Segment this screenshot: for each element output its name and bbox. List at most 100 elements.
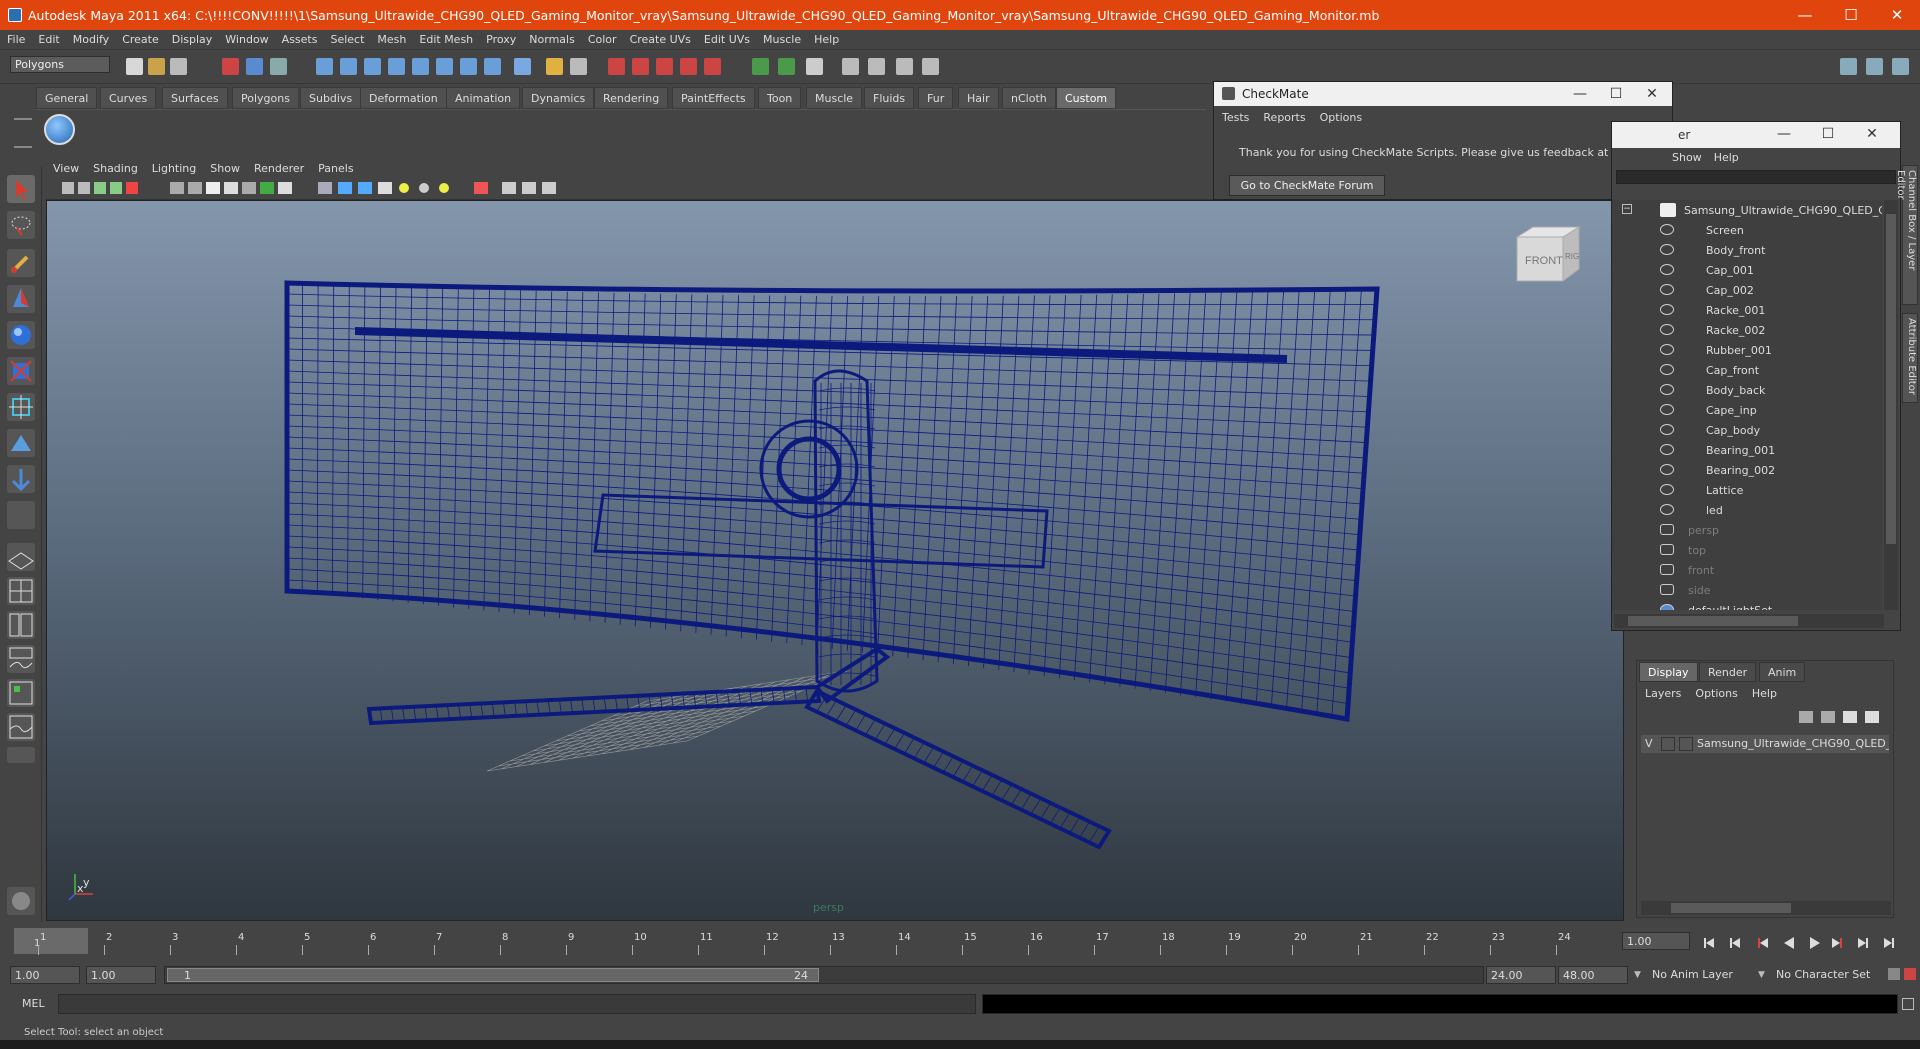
persp-outliner-layout-icon[interactable] [7, 611, 35, 639]
select-component-icon[interactable] [270, 58, 287, 75]
shelf-tab-hair[interactable]: Hair [958, 87, 999, 109]
tool-settings-icon[interactable] [868, 58, 885, 75]
empty-tool-slot[interactable] [7, 501, 35, 529]
menu-modify[interactable]: Modify [66, 30, 115, 46]
playback-end-field[interactable]: 24.00 [1486, 966, 1556, 984]
persp-graph-hypergraph-layout-icon[interactable] [7, 713, 35, 741]
outliner-minimize-button[interactable]: — [1762, 122, 1806, 146]
command-input[interactable] [58, 994, 976, 1014]
shelf-tab-fluids[interactable]: Fluids [864, 87, 915, 109]
hypershade-icon[interactable] [680, 58, 697, 75]
snap-curve-icon[interactable] [340, 58, 357, 75]
menu-edit-mesh[interactable]: Edit Mesh [412, 30, 479, 46]
checkmate-menu-options[interactable]: Options [1312, 106, 1368, 124]
four-view-layout-icon[interactable] [7, 577, 35, 605]
show-attribute-editor-icon[interactable] [1840, 58, 1857, 75]
menu-normals[interactable]: Normals [522, 30, 581, 46]
ipr-render-icon[interactable] [632, 58, 649, 75]
anim-layer-selector[interactable]: No Anim Layer [1648, 966, 1760, 984]
outliner-row[interactable]: Body_back [1612, 380, 1882, 400]
shelf-tab-surfaces[interactable]: Surfaces [162, 87, 228, 109]
layer-menu-help[interactable]: Help [1744, 687, 1783, 700]
shelf-tab-rendering[interactable]: Rendering [594, 87, 669, 109]
open-scene-icon[interactable] [148, 58, 165, 75]
checkmate-forum-button[interactable]: Go to CheckMate Forum [1229, 175, 1385, 196]
cursor-options-icon[interactable] [7, 887, 35, 915]
hypergraph-icon[interactable] [896, 58, 913, 75]
single-perspective-layout-icon[interactable] [7, 543, 35, 571]
snap-live-icon[interactable] [412, 58, 429, 75]
show-channel-box-icon[interactable] [1892, 58, 1909, 75]
range-slider-handle[interactable]: 1 24 [167, 968, 819, 982]
render-current-icon[interactable] [608, 58, 625, 75]
manipulator-tool-icon[interactable] [7, 393, 35, 421]
lasso-tool-icon[interactable] [7, 211, 35, 239]
layer-menu-layers[interactable]: Layers [1637, 687, 1687, 700]
outliner-row-root[interactable]: − Samsung_Ultrawide_CHG90_QLED_Gaming_Mo… [1612, 200, 1882, 220]
layout-options-icon[interactable] [7, 747, 35, 763]
graph-editor-icon[interactable] [922, 58, 939, 75]
layer-row[interactable]: V Samsung_Ultrawide_CHG90_QLED_Gaming_Mo… [1641, 735, 1889, 753]
render-view-icon[interactable] [704, 58, 721, 75]
menu-window[interactable]: Window [218, 30, 274, 46]
view-cube[interactable]: FRONT RIG [1513, 223, 1583, 283]
menu-edit[interactable]: Edit [31, 30, 65, 46]
menu-color[interactable]: Color [581, 30, 623, 46]
shelf-tab-curves[interactable]: Curves [100, 87, 157, 109]
auto-key-icon[interactable] [1888, 968, 1900, 980]
menu-create-uvs[interactable]: Create UVs [623, 30, 697, 46]
snap-grid-icon[interactable] [316, 58, 333, 75]
new-scene-icon[interactable] [126, 58, 143, 75]
shelf-tab-deformation[interactable]: Deformation [360, 87, 447, 109]
range-slider-track[interactable]: 1 24 [164, 966, 1484, 984]
menu-proxy[interactable]: Proxy [479, 30, 522, 46]
command-language-label[interactable]: MEL [22, 997, 45, 1010]
playback-start-field[interactable]: 1.00 [86, 966, 156, 984]
outliner-row[interactable]: Screen [1612, 220, 1882, 240]
outliner-row[interactable]: Cap_002 [1612, 280, 1882, 300]
construction-icon[interactable] [484, 58, 501, 75]
viewport-menu-view[interactable]: View [46, 160, 86, 175]
layer-tab-render[interactable]: Render [1699, 662, 1757, 682]
outliner-row[interactable]: Racke_002 [1612, 320, 1882, 340]
help-icon[interactable] [514, 58, 531, 75]
outliner-row[interactable]: led [1612, 500, 1882, 520]
viewport-shading-icons[interactable] [46, 178, 566, 200]
animation-preferences-icon[interactable] [1904, 968, 1916, 980]
checkmate-menu-reports[interactable]: Reports [1255, 106, 1311, 124]
shelf-tab-painteffects[interactable]: PaintEffects [672, 87, 755, 109]
outliner-row-set[interactable]: defaultLightSet [1612, 600, 1882, 610]
viewport-menu-show[interactable]: Show [203, 160, 247, 175]
checkmate-close-button[interactable]: ✕ [1630, 82, 1674, 106]
perspective-viewport[interactable]: FRONT RIG x y persp [46, 200, 1624, 921]
outliner-horizontal-scrollbar[interactable] [1614, 614, 1884, 628]
outliner-vertical-scrollbar[interactable] [1884, 200, 1898, 610]
menu-edit-uvs[interactable]: Edit UVs [697, 30, 756, 46]
minimize-button[interactable]: — [1782, 0, 1828, 30]
viewport-menu-renderer[interactable]: Renderer [247, 160, 311, 175]
shelf-tab-custom[interactable]: Custom [1056, 87, 1117, 109]
start-time-field[interactable]: 1.00 [10, 966, 80, 984]
shelf-menu-icon[interactable] [14, 118, 32, 148]
character-set-dropdown-icon[interactable]: ▼ [1758, 970, 1765, 980]
menu-file[interactable]: File [0, 30, 31, 46]
end-time-field[interactable]: 48.00 [1558, 966, 1628, 984]
character-set-selector[interactable]: No Character Set [1772, 966, 1884, 984]
save-scene-icon[interactable] [170, 58, 187, 75]
shelf-tab-general[interactable]: General [36, 87, 98, 109]
show-tool-settings-icon[interactable] [1866, 58, 1883, 75]
menu-display[interactable]: Display [165, 30, 219, 46]
menu-create[interactable]: Create [115, 30, 165, 46]
outliner-row[interactable]: Cape_inp [1612, 400, 1882, 420]
outliner-menu-help[interactable]: Help [1708, 148, 1745, 164]
shelf-tab-ncloth[interactable]: nCloth [1002, 87, 1056, 109]
layer-horizontal-scrollbar[interactable] [1641, 901, 1891, 915]
shelf-tab-subdivs[interactable]: Subdivs [300, 87, 362, 109]
menu-select[interactable]: Select [323, 30, 370, 46]
outliner-row[interactable]: Racke_001 [1612, 300, 1882, 320]
menu-assets[interactable]: Assets [275, 30, 324, 46]
outliner-maximize-button[interactable]: ☐ [1806, 122, 1850, 146]
outliner-row[interactable]: Bearing_002 [1612, 460, 1882, 480]
hypershade-layout-icon[interactable] [7, 679, 35, 707]
outliner-row[interactable]: Rubber_001 [1612, 340, 1882, 360]
